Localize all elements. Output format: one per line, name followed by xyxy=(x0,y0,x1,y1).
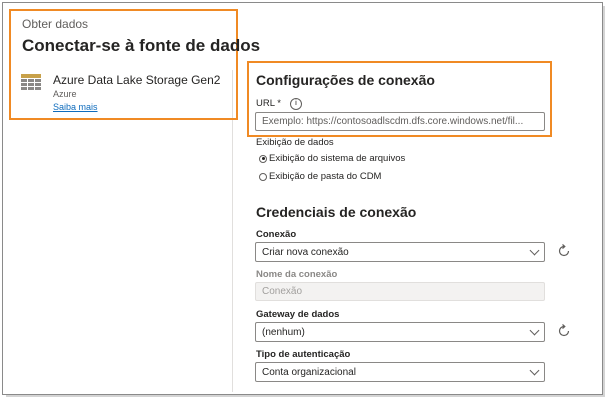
radio-cdm-label: Exibição de pasta do CDM xyxy=(269,171,382,182)
learn-more-link[interactable]: Saiba mais xyxy=(53,102,98,112)
radio-selected-icon xyxy=(259,154,267,163)
table-grid-icon xyxy=(21,74,41,90)
credentials-title: Credenciais de conexão xyxy=(256,204,417,220)
chevron-down-icon xyxy=(529,325,540,336)
connection-value: Criar nova conexão xyxy=(262,246,349,258)
data-view-label: Exibição de dados xyxy=(256,137,334,148)
auth-type-value: Conta organizacional xyxy=(262,366,356,378)
url-input[interactable]: Exemplo: https://contosoadlscdm.dfs.core… xyxy=(255,112,545,131)
radio-unselected-icon xyxy=(259,172,267,181)
radio-filesystem-label: Exibição do sistema de arquivos xyxy=(269,153,406,164)
gateway-label: Gateway de dados xyxy=(256,309,340,320)
gateway-value: (nenhum) xyxy=(262,326,305,338)
connection-name-label: Nome da conexão xyxy=(256,269,338,280)
auth-type-label: Tipo de autenticação xyxy=(256,349,351,360)
refresh-icon[interactable] xyxy=(556,323,572,339)
connection-dropdown[interactable]: Criar nova conexão xyxy=(255,242,545,262)
chevron-down-icon xyxy=(529,365,540,376)
breadcrumb[interactable]: Obter dados xyxy=(22,17,88,31)
source-name: Azure Data Lake Storage Gen2 xyxy=(53,73,221,87)
auth-type-dropdown[interactable]: Conta organizacional xyxy=(255,362,545,382)
radio-filesystem-view[interactable]: Exibição do sistema de arquivos xyxy=(259,153,405,164)
chevron-down-icon xyxy=(529,245,540,256)
refresh-icon[interactable] xyxy=(556,243,572,259)
source-category: Azure xyxy=(53,89,77,99)
gateway-dropdown[interactable]: (nenhum) xyxy=(255,322,545,342)
connection-label: Conexão xyxy=(256,229,297,240)
radio-cdm-view[interactable]: Exibição de pasta do CDM xyxy=(259,171,381,182)
connection-name-input[interactable]: Conexão xyxy=(255,282,545,301)
page-title: Conectar-se à fonte de dados xyxy=(22,36,261,55)
info-icon[interactable]: i xyxy=(290,98,302,110)
url-label: URL * xyxy=(256,98,281,109)
connection-settings-title: Configurações de conexão xyxy=(256,72,435,88)
